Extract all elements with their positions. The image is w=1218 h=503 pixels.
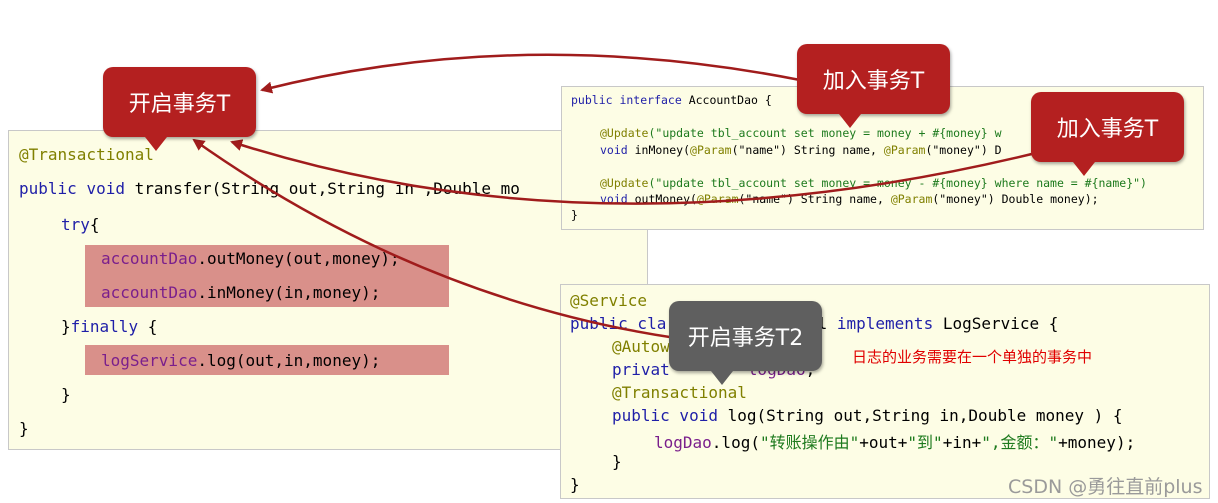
callout-join-right-label: 加入事务T <box>1056 117 1159 142</box>
separate-transaction-note: 日志的业务需要在一个单独的事务中 <box>852 348 1093 366</box>
callout-tail <box>1073 162 1095 176</box>
callout-tail <box>839 114 861 128</box>
callout-tail <box>145 137 167 151</box>
callout-t2-label: 开启事务T2 <box>687 326 804 351</box>
arrow-join-top <box>260 53 801 94</box>
callout-join-transaction-top: 加入事务T <box>797 44 950 128</box>
arrow-start-t2 <box>192 138 677 340</box>
csdn-watermark: CSDN @勇往直前plus <box>1008 476 1203 498</box>
arrow-join-right <box>230 139 1041 205</box>
callout-start-transaction-label: 开启事务T <box>128 92 231 117</box>
callout-join-transaction-right: 加入事务T <box>1031 92 1184 176</box>
callout-start-transaction-t2: 开启事务T2 <box>669 301 822 385</box>
callout-start-transaction: 开启事务T <box>103 67 256 151</box>
callout-tail <box>711 371 733 385</box>
callout-join-top-label: 加入事务T <box>822 69 925 94</box>
